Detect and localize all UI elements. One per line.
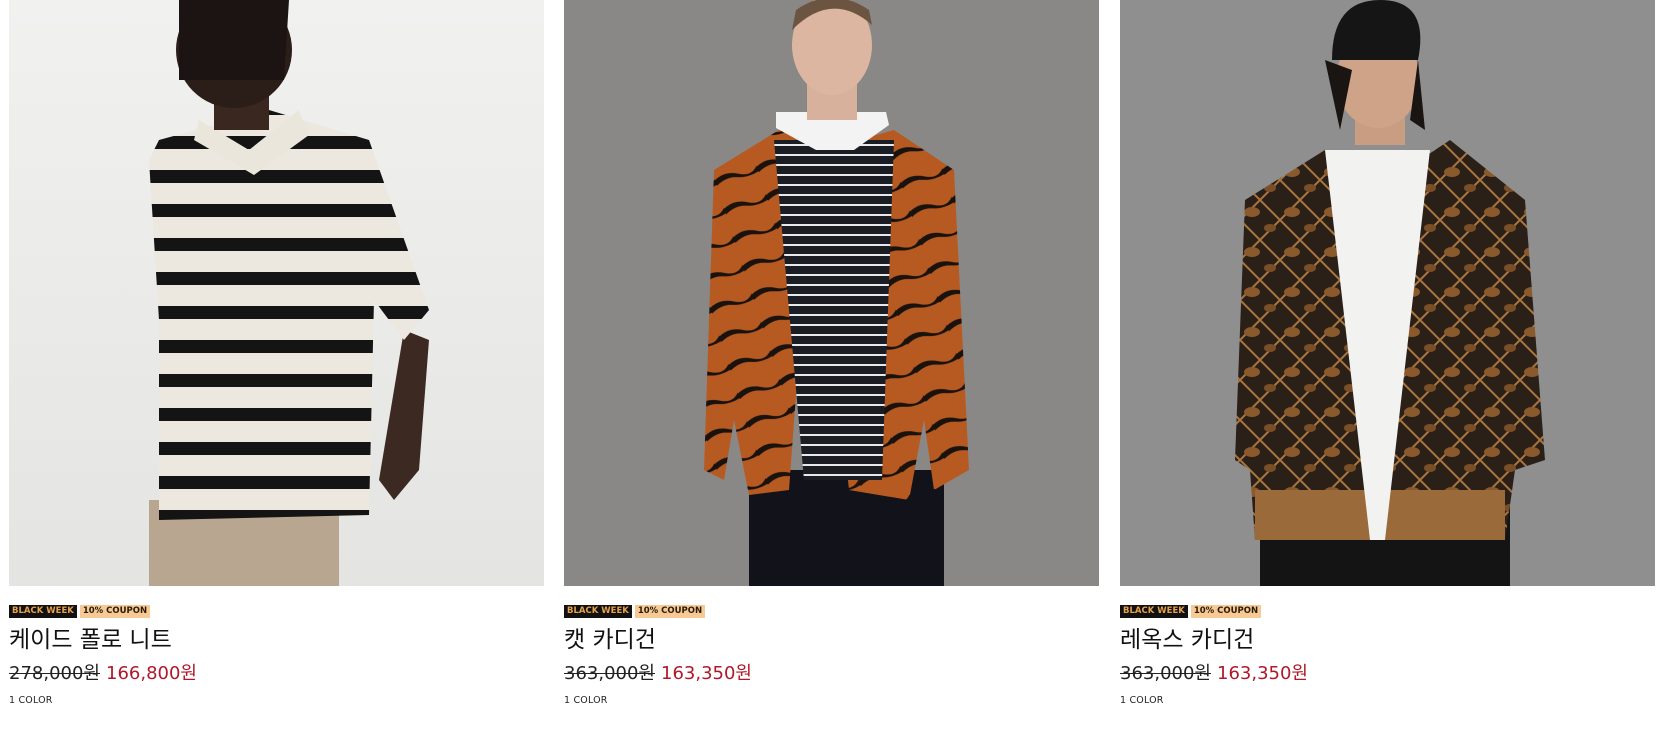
coupon-badge: 10% COUPON <box>1190 605 1262 618</box>
product-grid: BLACK WEEK 10% COUPON 케이드 폴로 니트 278,000원… <box>0 0 1662 729</box>
product-name[interactable]: 레옥스 카디건 <box>1120 623 1655 657</box>
sale-price: 163,350원 <box>661 663 752 684</box>
product-name[interactable]: 캣 카디건 <box>564 623 1099 657</box>
sale-price: 163,350원 <box>1217 663 1308 684</box>
sale-price: 166,800원 <box>106 663 197 684</box>
promo-badges: BLACK WEEK 10% COUPON <box>9 605 544 618</box>
original-price: 363,000원 <box>564 663 655 684</box>
coupon-badge: 10% COUPON <box>634 605 706 618</box>
price-row: 363,000원 163,350원 <box>1120 659 1655 689</box>
original-price: 363,000원 <box>1120 663 1211 684</box>
black-week-badge: BLACK WEEK <box>9 605 77 618</box>
price-row: 363,000원 163,350원 <box>564 659 1099 689</box>
promo-badges: BLACK WEEK 10% COUPON <box>1120 605 1655 618</box>
product-card[interactable]: BLACK WEEK 10% COUPON 케이드 폴로 니트 278,000원… <box>9 0 544 706</box>
color-count[interactable]: 1 COLOR <box>564 695 1099 706</box>
price-row: 278,000원 166,800원 <box>9 659 544 689</box>
coupon-badge: 10% COUPON <box>79 605 151 618</box>
black-week-badge: BLACK WEEK <box>564 605 632 618</box>
color-count[interactable]: 1 COLOR <box>1120 695 1655 706</box>
color-count[interactable]: 1 COLOR <box>9 695 544 706</box>
product-card[interactable]: BLACK WEEK 10% COUPON 캣 카디건 363,000원 163,… <box>564 0 1099 706</box>
product-card[interactable]: BLACK WEEK 10% COUPON 레옥스 카디건 363,000원 16… <box>1120 0 1655 706</box>
black-week-badge: BLACK WEEK <box>1120 605 1188 618</box>
product-image[interactable] <box>9 0 544 586</box>
original-price: 278,000원 <box>9 663 100 684</box>
product-image[interactable] <box>564 0 1099 586</box>
product-name[interactable]: 케이드 폴로 니트 <box>9 623 544 657</box>
promo-badges: BLACK WEEK 10% COUPON <box>564 605 1099 618</box>
product-image[interactable] <box>1120 0 1655 586</box>
